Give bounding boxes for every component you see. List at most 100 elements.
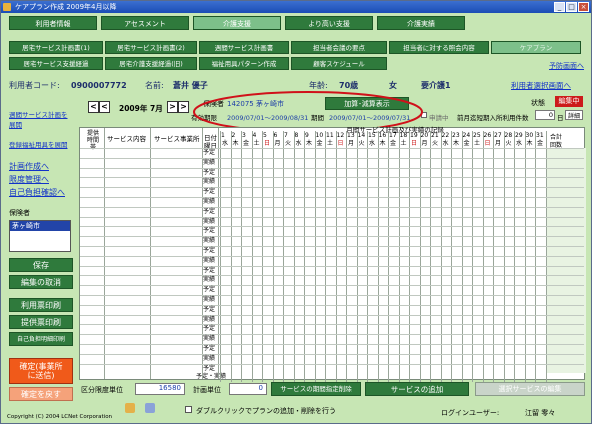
day-number: 20 xyxy=(420,132,429,139)
limit-units-value: 16580 xyxy=(135,383,185,395)
weekday-label: 日 xyxy=(411,140,418,147)
limit-manage-link[interactable]: 限度管理へ xyxy=(9,174,73,185)
print-use-button[interactable]: 利用票印刷 xyxy=(9,298,73,312)
row-label-actual: 実績 xyxy=(203,276,216,284)
day-number: 13 xyxy=(347,132,355,139)
weekday-label: 月 xyxy=(421,140,428,147)
minimize-icon[interactable]: _ xyxy=(554,2,565,12)
expand-welfare-link[interactable]: 登録福祉用具を展開 xyxy=(9,139,73,149)
sub-tab-careplan[interactable]: ケアプラン xyxy=(491,41,581,54)
expand-weekly-link[interactable]: 週間サービス計画を展開 xyxy=(9,109,73,129)
confirm-send-button[interactable]: 確定(事業所 に送信) xyxy=(9,358,73,384)
insurer-list[interactable]: 茅ヶ崎市 xyxy=(9,220,71,252)
add-service-button[interactable]: サービスの追加 xyxy=(365,382,469,396)
sub-tab-meeting[interactable]: 担当者会議の要点 xyxy=(291,41,387,54)
weekday-label: 火 xyxy=(285,140,292,147)
grid-row-line xyxy=(80,344,584,345)
unconfirm-button[interactable]: 確定を戻す xyxy=(9,387,73,401)
row-label-actual: 実績 xyxy=(203,217,216,225)
sub-tab-plan1[interactable]: 居宅サービス計画書(1) xyxy=(9,41,103,54)
weekday-label: 月 xyxy=(495,140,502,147)
weekday-label: 金 xyxy=(463,140,470,147)
sub-tabs-row1: 居宅サービス計画書(1) 居宅サービス計画書(2) 週間サービス計画書 担当者会… xyxy=(9,41,581,54)
status-label: 状態 xyxy=(531,99,545,107)
tab-care-support[interactable]: 介護支援 xyxy=(193,16,281,30)
weekday-label: 水 xyxy=(295,140,302,147)
grid-col-line xyxy=(150,128,151,379)
sub-tab-plan2[interactable]: 居宅サービス計画書(2) xyxy=(105,41,197,54)
plan-units-value: 0 xyxy=(229,383,267,395)
row-label-actual: 実績 xyxy=(203,354,216,362)
tab-care-record[interactable]: 介護実績 xyxy=(377,16,465,30)
maximize-icon[interactable]: □ xyxy=(566,2,577,12)
row-label-actual: 実績 xyxy=(203,256,216,264)
row-label-actual: 実績 xyxy=(203,198,216,205)
plan-create-link[interactable]: 計画作成へ xyxy=(9,161,73,172)
tab-assessment[interactable]: アセスメント xyxy=(101,16,189,30)
tab-user-info[interactable]: 利用者情報 xyxy=(9,16,97,30)
sub-tab-support-progress[interactable]: 居宅サービス支援経過 xyxy=(9,57,103,70)
user-code-label: 利用者コード: xyxy=(9,81,60,90)
weekday-label: 金 xyxy=(390,140,397,147)
delete-by-period-button[interactable]: サービスの期間指定削除 xyxy=(271,382,361,396)
sub-tab-welfare-pattern[interactable]: 福祉用具パターン作成 xyxy=(199,57,289,70)
grid-row-line xyxy=(80,255,584,257)
print-selfpay-button[interactable]: 自己負担明細印刷 xyxy=(9,332,73,346)
row-label-plan: 予定 xyxy=(203,188,216,196)
current-month: 2009年 7月 xyxy=(119,104,163,113)
day-number: 17 xyxy=(389,132,397,139)
weekday-label: 土 xyxy=(327,140,334,147)
prevention-link[interactable]: 予防画面へ xyxy=(549,61,584,71)
book-icon xyxy=(145,403,155,413)
tab-higher-support[interactable]: より高い支援 xyxy=(285,16,373,30)
grid-row-line xyxy=(80,236,584,238)
user-select-link[interactable]: 利用者選択画面へ xyxy=(511,80,571,92)
cancel-edit-button[interactable]: 編集の取消 xyxy=(9,275,73,289)
day-number: 27 xyxy=(494,132,502,139)
weekday-label: 木 xyxy=(453,140,460,147)
dblclick-checkbox[interactable] xyxy=(185,406,192,413)
app-icon xyxy=(3,3,11,11)
monthly-plan-grid[interactable]: 提供 時間 帯 サービス内容 サービス事業所 月間サービス計画及び実績の記録 日… xyxy=(79,126,586,382)
sub-tab-inquiry[interactable]: 担当者に対する照会内容 xyxy=(389,41,489,54)
weekday-label: 水 xyxy=(516,140,523,147)
login-user-name: 江留 零々 xyxy=(525,409,556,417)
row-label-actual: 実績 xyxy=(203,158,216,166)
next-month-button[interactable]: > xyxy=(167,101,178,113)
self-pay-link[interactable]: 自己負担確認へ xyxy=(9,187,73,198)
sub-tab-customer-schedule[interactable]: 顧客スケジュール xyxy=(291,57,387,70)
weekday-label: 金 xyxy=(537,140,544,147)
row-label-plan: 予定 xyxy=(203,286,216,294)
weekday-label: 土 xyxy=(474,140,481,147)
grid-row-line xyxy=(80,246,584,247)
prev-month-button-2[interactable]: < xyxy=(99,101,110,113)
user-name-label: 名前: xyxy=(145,81,164,90)
next-month-button-2[interactable]: > xyxy=(178,101,189,113)
login-user-label: ログインユーザー: xyxy=(441,409,500,417)
row-label-actual: 実績 xyxy=(203,315,216,323)
row-label-actual: 実績 xyxy=(203,296,216,303)
edit-selected-service-button[interactable]: 選択サービスの編集 xyxy=(475,382,585,396)
grid-row-line xyxy=(80,314,584,316)
detail-button[interactable]: 詳細 xyxy=(565,110,583,120)
day-number: 22 xyxy=(441,132,450,139)
sub-tab-weekly[interactable]: 週間サービス計画書 xyxy=(199,41,289,54)
grid-col-line xyxy=(104,128,105,379)
prev-month-button[interactable]: < xyxy=(88,101,99,113)
insurer-list-item[interactable]: 茅ヶ崎市 xyxy=(10,221,70,231)
print-provide-button[interactable]: 提供票印刷 xyxy=(9,315,73,329)
row-label-actual: 実績 xyxy=(203,237,216,245)
user-code: 0900007772 xyxy=(71,81,127,90)
day-number: 24 xyxy=(462,132,471,139)
prev-month-count-label: 前月迄短期入所利用件数 xyxy=(457,114,529,122)
title-bar: ケアプラン作成 2009年4月以降 _ □ × xyxy=(1,1,591,13)
save-button[interactable]: 保存 xyxy=(9,258,73,272)
day-number: 26 xyxy=(483,132,492,139)
close-icon[interactable]: × xyxy=(578,2,589,12)
row-label-plan: 予定 xyxy=(203,266,216,274)
day-number: 15 xyxy=(368,132,376,139)
prev-month-count-input[interactable]: 0 xyxy=(535,110,555,120)
weekday-label: 水 xyxy=(369,140,376,147)
row-label-plan: 予定 xyxy=(203,168,216,176)
sub-tab-support-progress-old[interactable]: 居宅介護支援経過(旧) xyxy=(105,57,197,70)
